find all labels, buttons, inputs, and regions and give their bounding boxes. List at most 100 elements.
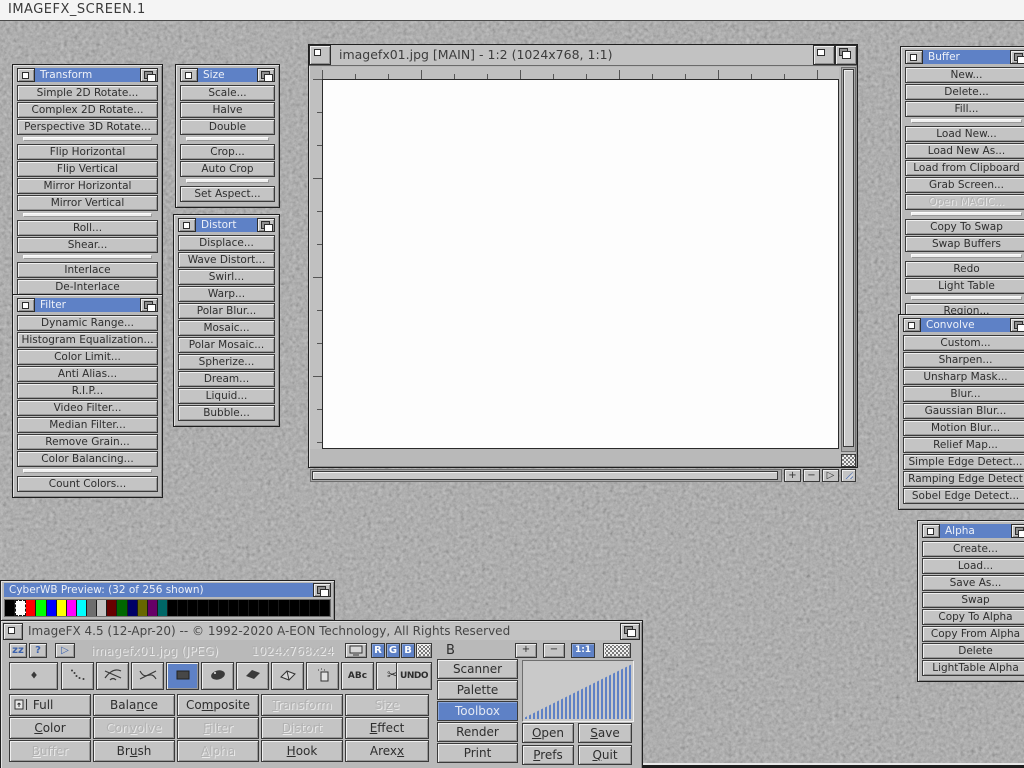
mode-palette-button[interactable]: Palette: [437, 680, 518, 700]
close-icon[interactable]: [309, 45, 331, 65]
color-swatch[interactable]: [249, 600, 259, 616]
size-title-bar[interactable]: Size: [180, 68, 275, 82]
alpha-title-bar[interactable]: Alpha: [922, 524, 1024, 538]
filled-polygon-tool[interactable]: [236, 662, 269, 690]
buffer-item[interactable]: Fill...: [905, 101, 1024, 117]
transform-item[interactable]: Flip Vertical: [17, 161, 158, 177]
color-swatch[interactable]: [310, 600, 320, 616]
color-swatch[interactable]: [279, 600, 289, 616]
paste-brush-tool[interactable]: [306, 662, 339, 690]
buffer-item[interactable]: Copy To Swap: [905, 219, 1024, 235]
hook-button[interactable]: Hook: [261, 740, 343, 762]
depth-icon[interactable]: [1010, 50, 1024, 64]
depth-icon[interactable]: [257, 68, 275, 82]
zoom-in-button[interactable]: +: [515, 643, 537, 658]
prefs-button[interactable]: Prefs: [522, 745, 574, 765]
vertical-scrollbar[interactable]: [841, 67, 856, 452]
color-swatch[interactable]: [47, 600, 57, 616]
color-swatch[interactable]: [26, 600, 36, 616]
color-swatch[interactable]: [67, 600, 77, 616]
convolve-item[interactable]: Relief Map...: [903, 437, 1024, 453]
size-item[interactable]: Crop...: [180, 144, 275, 160]
quit-button[interactable]: Quit: [578, 745, 632, 765]
full-button[interactable]: Full: [9, 694, 91, 716]
monitor-icon[interactable]: [345, 643, 367, 658]
mode-toolbox-button[interactable]: Toolbox: [437, 701, 518, 721]
distort-item[interactable]: Warp...: [178, 286, 275, 302]
size-item[interactable]: Set Aspect...: [180, 186, 275, 202]
pan-button[interactable]: ▷: [822, 469, 839, 482]
convolve-item[interactable]: Motion Blur...: [903, 420, 1024, 436]
close-icon[interactable]: [17, 68, 35, 82]
pattern-button[interactable]: [603, 643, 631, 658]
color-swatch[interactable]: [178, 600, 188, 616]
close-icon[interactable]: [178, 218, 196, 232]
image-title-bar[interactable]: imagefx01.jpg [MAIN] - 1:2 (1024x768, 1:…: [309, 45, 857, 66]
alpha-item[interactable]: Copy From Alpha: [922, 626, 1024, 642]
alpha-item[interactable]: Delete: [922, 643, 1024, 659]
depth-icon[interactable]: [835, 45, 857, 65]
color-swatch[interactable]: [138, 600, 148, 616]
filter-item[interactable]: Color Limit...: [17, 349, 158, 365]
color-swatch[interactable]: [300, 600, 310, 616]
mode-print-button[interactable]: Print: [437, 743, 518, 763]
transform-title-bar[interactable]: Transform: [17, 68, 158, 82]
filter-item[interactable]: Remove Grain...: [17, 434, 158, 450]
red-channel-button[interactable]: R: [371, 643, 385, 658]
color-button[interactable]: Color: [9, 717, 91, 739]
curve-tool[interactable]: [131, 662, 164, 690]
point-tool[interactable]: [9, 662, 58, 690]
distort-item[interactable]: Liquid...: [178, 388, 275, 404]
buffer-item[interactable]: Light Table: [905, 278, 1024, 294]
alpha-item[interactable]: LightTable Alpha: [922, 660, 1024, 676]
buffer-item[interactable]: Redo: [905, 261, 1024, 277]
transform-item[interactable]: Perspective 3D Rotate...: [17, 119, 158, 135]
help-button[interactable]: ?: [29, 643, 47, 658]
close-icon[interactable]: [17, 298, 35, 312]
buffer-title-bar[interactable]: Buffer: [905, 50, 1024, 64]
distort-item[interactable]: Dream...: [178, 371, 275, 387]
filter-item[interactable]: Video Filter...: [17, 400, 158, 416]
color-swatch[interactable]: [36, 600, 46, 616]
transform-item[interactable]: De-Interlace: [17, 279, 158, 295]
sleep-button[interactable]: zz: [9, 643, 27, 658]
main-title-bar[interactable]: ImageFX 4.5 (12-Apr-20) -- © 1992-2020 A…: [3, 623, 640, 640]
convolve-item[interactable]: Simple Edge Detect...: [903, 454, 1024, 470]
buffer-item[interactable]: Load from Clipboard: [905, 160, 1024, 176]
zoom-tool-button[interactable]: [841, 469, 856, 482]
alpha-item[interactable]: Swap: [922, 592, 1024, 608]
undo-button[interactable]: UNDO: [396, 662, 432, 690]
dither-swatch-icon[interactable]: [416, 643, 432, 658]
color-swatch[interactable]: [229, 600, 239, 616]
outline-polygon-tool[interactable]: [271, 662, 304, 690]
alpha-item[interactable]: Load...: [922, 558, 1024, 574]
close-icon[interactable]: [3, 623, 23, 640]
distort-item[interactable]: Spherize...: [178, 354, 275, 370]
filter-item[interactable]: Histogram Equalization...: [17, 332, 158, 348]
arexx-button[interactable]: Arexx: [345, 740, 429, 762]
convolve-item[interactable]: Custom...: [903, 335, 1024, 351]
transform-item[interactable]: Roll...: [17, 220, 158, 236]
zoom-out-button[interactable]: −: [543, 643, 565, 658]
color-swatch[interactable]: [209, 600, 219, 616]
filter-title-bar[interactable]: Filter: [17, 298, 158, 312]
distort-title-bar[interactable]: Distort: [178, 218, 275, 232]
green-channel-button[interactable]: G: [386, 643, 400, 658]
distort-item[interactable]: Swirl...: [178, 269, 275, 285]
size-item[interactable]: Halve: [180, 102, 275, 118]
color-swatch[interactable]: [77, 600, 87, 616]
buffer-item[interactable]: Delete...: [905, 84, 1024, 100]
alpha-item[interactable]: Create...: [922, 541, 1024, 557]
horizontal-scroll-thumb[interactable]: [312, 471, 778, 480]
composite-button[interactable]: Composite: [177, 694, 259, 716]
distort-item[interactable]: Wave Distort...: [178, 252, 275, 268]
mode-scanner-button[interactable]: Scanner: [437, 659, 518, 679]
transform-item[interactable]: Complex 2D Rotate...: [17, 102, 158, 118]
vertical-scroll-thumb[interactable]: [843, 69, 854, 447]
transform-item[interactable]: Simple 2D Rotate...: [17, 85, 158, 101]
size-item[interactable]: Double: [180, 119, 275, 135]
depth-icon[interactable]: [313, 583, 331, 597]
color-swatch[interactable]: [158, 600, 168, 616]
color-swatch[interactable]: [290, 600, 300, 616]
size-item[interactable]: Auto Crop: [180, 161, 275, 177]
